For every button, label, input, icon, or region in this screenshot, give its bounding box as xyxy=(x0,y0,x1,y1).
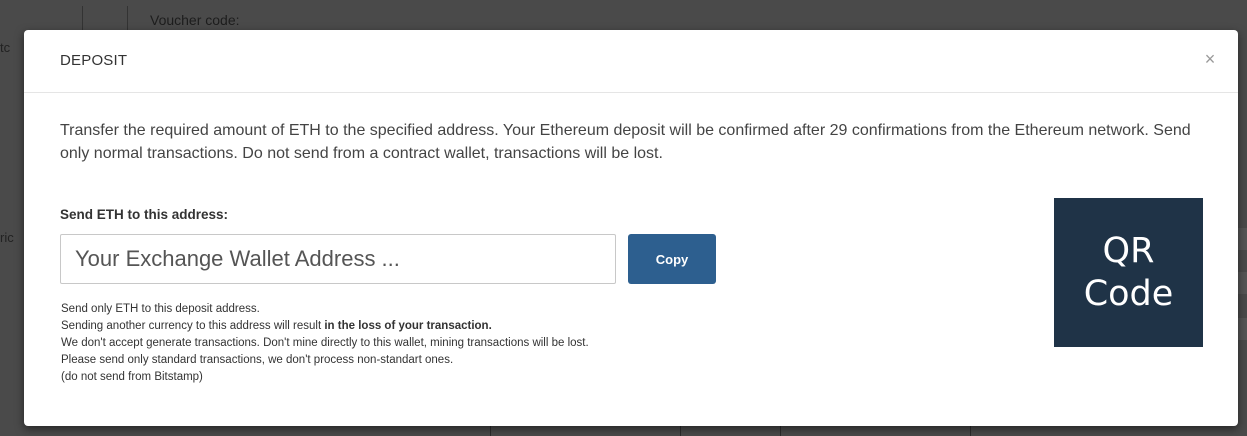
modal-title: DEPOSIT xyxy=(60,52,128,69)
deposit-notes: Send only ETH to this deposit address. S… xyxy=(61,301,589,386)
background-voucher-label: Voucher code: xyxy=(150,12,240,28)
deposit-instructions: Transfer the required amount of ETH to t… xyxy=(60,122,1191,162)
background-edge-block xyxy=(1237,228,1247,250)
note-line: Sending another currency to this address… xyxy=(61,318,589,335)
note-line: Please send only standard transactions, … xyxy=(61,354,454,366)
address-input[interactable] xyxy=(60,234,616,284)
close-icon[interactable]: × xyxy=(1200,48,1220,70)
address-label: Send ETH to this address: xyxy=(60,207,229,222)
deposit-modal: DEPOSIT × Transfer the required amount o… xyxy=(24,30,1238,426)
note-line: (do not send from Bitstamp) xyxy=(61,371,203,383)
note-text: Sending another currency to this address… xyxy=(61,320,325,332)
qr-label: Code xyxy=(1083,273,1174,314)
note-line: We don't accept generate transactions. D… xyxy=(61,337,589,349)
background-edge-text: ric xyxy=(0,230,14,245)
qr-code-placeholder: QR Code xyxy=(1054,198,1203,347)
note-line: Send only ETH to this deposit address. xyxy=(61,303,260,315)
background-edge-text: tc xyxy=(0,40,11,55)
modal-header: DEPOSIT × xyxy=(24,30,1238,93)
qr-label: QR xyxy=(1102,230,1155,271)
note-warning: in the loss of your transaction. xyxy=(324,320,492,332)
background-edge-block xyxy=(1237,272,1247,294)
background-voucher-box xyxy=(82,6,128,33)
copy-button[interactable]: Copy xyxy=(628,234,716,284)
background-edge-block xyxy=(1237,318,1247,340)
